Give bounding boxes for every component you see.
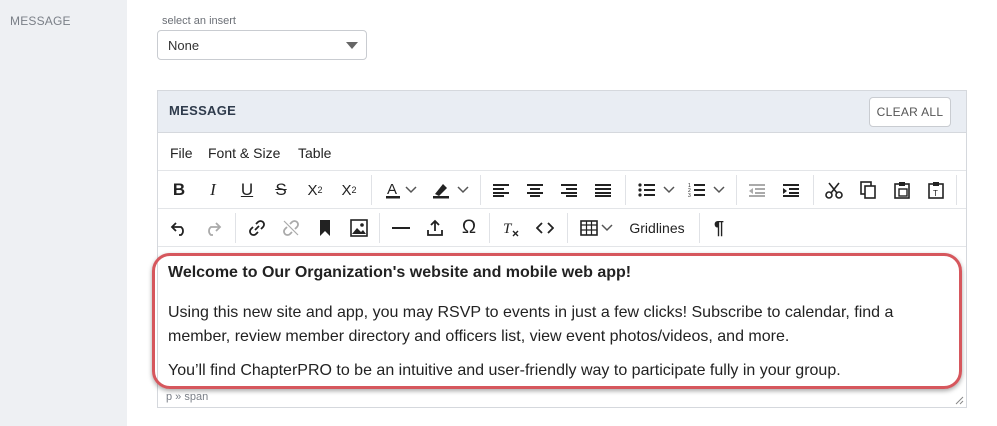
- subscript-icon[interactable]: X2: [300, 175, 330, 205]
- chevron-down-icon[interactable]: [454, 175, 472, 205]
- toolbar-row-insert: Ω T Gridlines ¶: [158, 209, 966, 247]
- undo-icon[interactable]: [164, 213, 194, 243]
- highlight-color-icon[interactable]: [426, 175, 456, 205]
- paste-text-icon[interactable]: T: [921, 175, 951, 205]
- menu-font-size[interactable]: Font & Size: [208, 145, 280, 161]
- paste-icon[interactable]: [887, 175, 917, 205]
- toolbar-row-formatting: B I U S X2 X2 A 1 2 3 T: [158, 171, 966, 209]
- strikethrough-icon[interactable]: S: [266, 175, 296, 205]
- underline-icon[interactable]: U: [232, 175, 262, 205]
- insert-select-label: select an insert: [162, 15, 236, 27]
- show-blocks-icon[interactable]: ¶: [704, 213, 734, 243]
- superscript-icon[interactable]: X2: [334, 175, 364, 205]
- svg-text:3: 3: [688, 193, 691, 198]
- bullet-list-icon[interactable]: [632, 175, 662, 205]
- align-justify-icon[interactable]: [588, 175, 618, 205]
- clear-formatting-icon[interactable]: T: [496, 213, 526, 243]
- element-path: p » span: [166, 391, 209, 403]
- chevron-down-icon[interactable]: [598, 213, 616, 243]
- editor-menubar: File Font & Size Table: [158, 133, 966, 171]
- chevron-down-icon[interactable]: [710, 175, 728, 205]
- svg-text:A: A: [387, 181, 397, 198]
- left-label-column: MESSAGE: [0, 0, 127, 426]
- content-heading: Welcome to Our Organization's website an…: [168, 264, 632, 281]
- numbered-list-icon[interactable]: 123: [682, 175, 712, 205]
- chevron-down-icon: [346, 42, 358, 49]
- editor-content-area[interactable]: Welcome to Our Organization's website an…: [158, 251, 966, 387]
- bookmark-icon[interactable]: [310, 213, 340, 243]
- redo-icon[interactable]: [198, 213, 228, 243]
- svg-text:T: T: [933, 189, 938, 198]
- svg-text:T: T: [503, 221, 513, 237]
- copy-icon[interactable]: [853, 175, 883, 205]
- gridlines-button[interactable]: Gridlines: [624, 213, 690, 243]
- outdent-icon[interactable]: [742, 175, 772, 205]
- insert-upload-icon[interactable]: [420, 213, 450, 243]
- bold-icon[interactable]: B: [164, 175, 194, 205]
- editor-title: MESSAGE: [169, 103, 237, 118]
- source-code-icon[interactable]: [530, 213, 560, 243]
- align-center-icon[interactable]: [520, 175, 550, 205]
- horizontal-line-icon[interactable]: [386, 213, 416, 243]
- align-left-icon[interactable]: [486, 175, 516, 205]
- content-paragraph-2: You’ll find ChapterPRO to be an intuitiv…: [168, 362, 841, 379]
- chevron-down-icon[interactable]: [660, 175, 678, 205]
- content-paragraph-1: Using this new site and app, you may RSV…: [168, 304, 894, 345]
- cut-icon[interactable]: [819, 175, 849, 205]
- indent-icon[interactable]: [776, 175, 806, 205]
- insert-select[interactable]: None: [157, 30, 367, 60]
- align-right-icon[interactable]: [554, 175, 584, 205]
- clear-all-button[interactable]: CLEAR ALL: [869, 97, 951, 127]
- chevron-down-icon[interactable]: [402, 175, 420, 205]
- special-character-icon[interactable]: Ω: [454, 213, 484, 243]
- menu-table[interactable]: Table: [298, 145, 331, 161]
- unlink-icon[interactable]: [276, 213, 306, 243]
- insert-select-value: None: [168, 38, 200, 53]
- resize-handle-icon[interactable]: [954, 395, 964, 405]
- section-label: MESSAGE: [10, 14, 71, 28]
- link-icon[interactable]: [242, 213, 272, 243]
- image-icon[interactable]: [344, 213, 374, 243]
- editor-header: MESSAGE CLEAR ALL: [158, 91, 966, 133]
- menu-file[interactable]: File: [170, 145, 193, 161]
- italic-icon[interactable]: I: [198, 175, 228, 205]
- rich-text-editor: MESSAGE CLEAR ALL File Font & Size Table…: [157, 90, 967, 408]
